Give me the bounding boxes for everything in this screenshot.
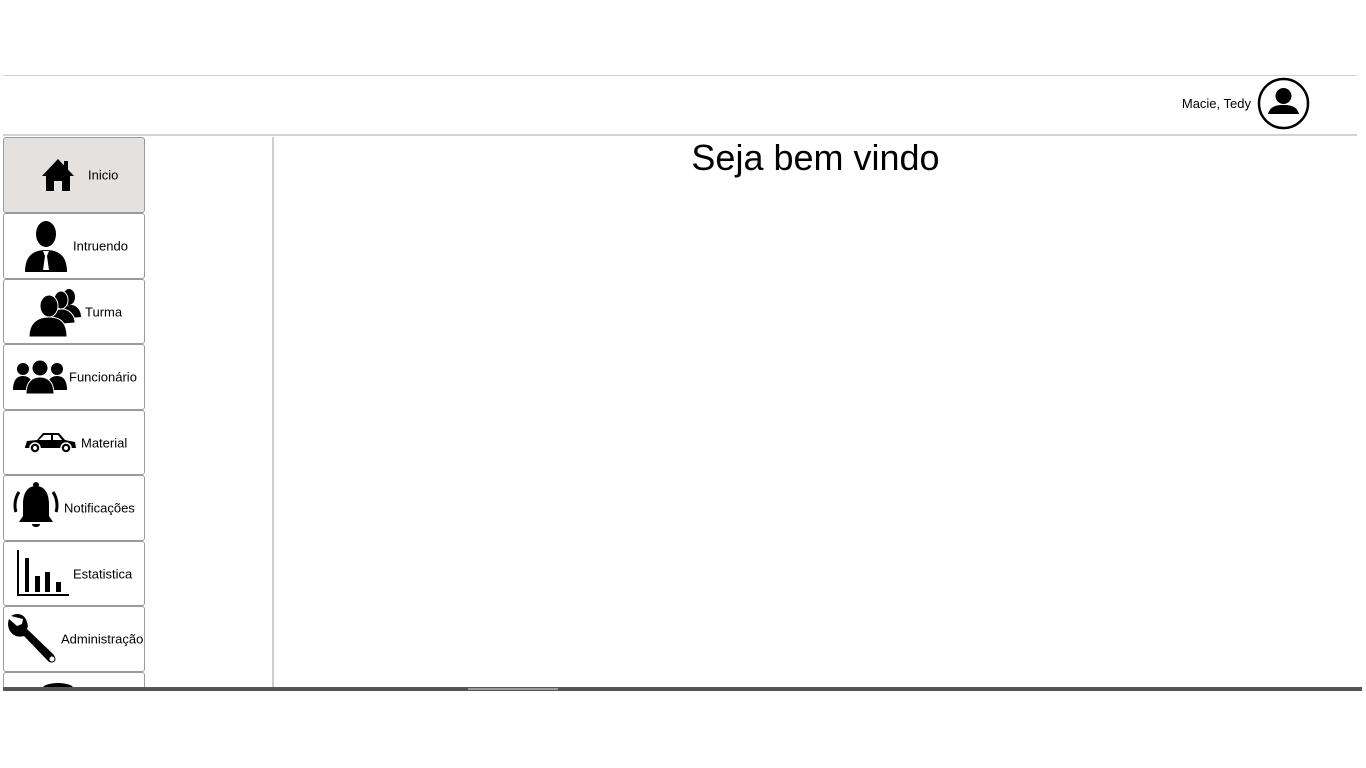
welcome-heading: Seja bem vindo bbox=[691, 137, 940, 178]
header: Macie, Tedy bbox=[3, 76, 1357, 136]
sidebar-item-label: Administração bbox=[61, 631, 144, 647]
sidebar-item-inicio[interactable]: Inicio bbox=[3, 137, 145, 213]
group-icon bbox=[26, 280, 82, 343]
sidebar-item-turma[interactable]: Turma bbox=[3, 279, 145, 344]
wrench-icon bbox=[6, 607, 62, 671]
scrollbar-thumb[interactable] bbox=[468, 688, 558, 690]
sidebar-item-material[interactable]: Material bbox=[3, 410, 145, 475]
sidebar-item-label: Turma bbox=[85, 304, 123, 319]
user-name: Macie, Tedy bbox=[1181, 96, 1251, 111]
staff-icon bbox=[12, 345, 68, 409]
sidebar-item-label: Funcionário bbox=[69, 369, 137, 385]
bottom-scrollbar[interactable] bbox=[3, 687, 1362, 691]
sidebar-item-label: Notificações bbox=[64, 500, 135, 516]
sidebar-item-administracao[interactable]: Administração bbox=[3, 606, 145, 672]
home-icon bbox=[38, 138, 78, 212]
sidebar-item-estatistica[interactable]: Estatistica bbox=[3, 541, 145, 606]
sidebar-item-label: Material bbox=[81, 435, 128, 450]
sidebar-item-funcionario[interactable]: Funcionário bbox=[3, 344, 145, 410]
main-content: Seja bem vindo bbox=[274, 137, 1357, 690]
person-tie-icon bbox=[22, 214, 70, 278]
bell-icon bbox=[12, 476, 60, 540]
sidebar-item-notificacoes[interactable]: Notificações bbox=[3, 475, 145, 541]
sidebar-item-label: Inicio bbox=[88, 167, 119, 183]
user-circle-icon[interactable] bbox=[1257, 77, 1310, 130]
sidebar-item-label: Estatistica bbox=[73, 566, 133, 581]
car-icon bbox=[22, 411, 78, 474]
sidebar-item-label: Intruendo bbox=[73, 238, 128, 254]
sidebar: Inicio Intruendo Turma Funcionário Mater… bbox=[3, 137, 274, 690]
bar-chart-icon bbox=[14, 542, 70, 605]
app-window: Macie, Tedy Inicio Intruendo Turma Funci… bbox=[3, 75, 1357, 690]
sidebar-item-intruendo[interactable]: Intruendo bbox=[3, 213, 145, 279]
